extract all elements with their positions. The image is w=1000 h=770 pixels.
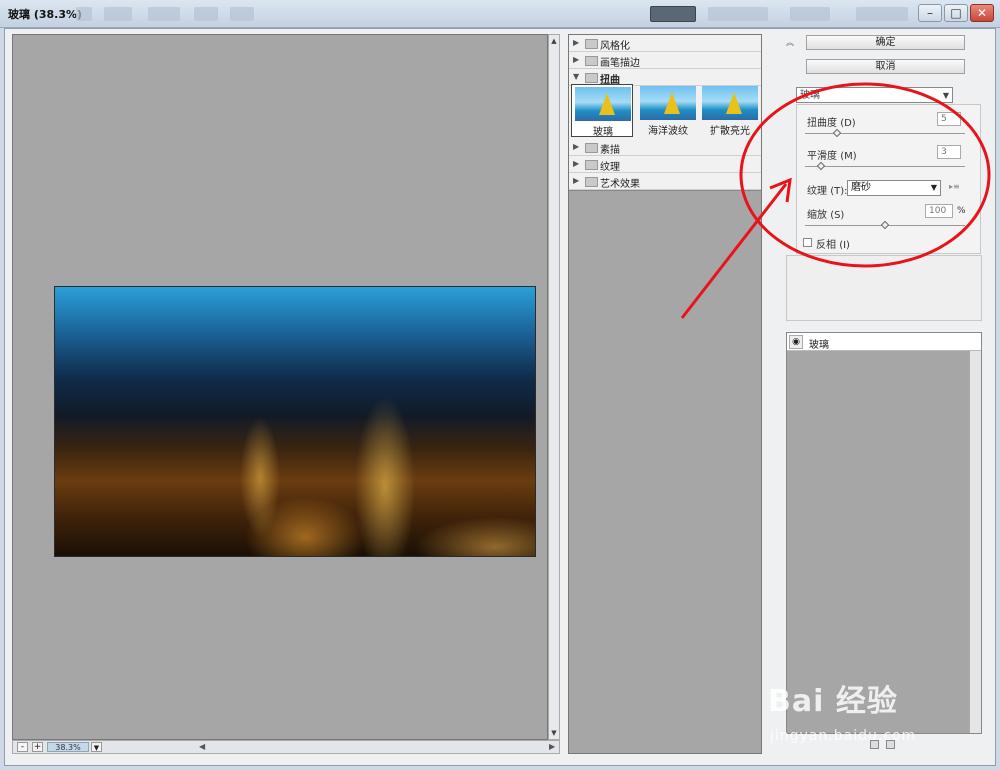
smoothness-slider[interactable] [805,166,965,167]
chevron-down-icon: ▼ [942,91,949,100]
invert-checkbox[interactable] [803,238,812,247]
maximize-icon[interactable]: □ [944,4,968,22]
settings-panel: ︽ 确定 取消 玻璃 ▼ 扭曲度 (D) 5 平滑度 (M) 3 纹理 (T): … [774,34,984,754]
folder-artistic[interactable]: ▶ 艺术效果 [569,173,761,190]
toolbar-icon[interactable] [194,7,218,21]
baidu-jingyan-watermark: Bai 经验 [768,684,898,719]
zoom-in-button[interactable]: + [32,742,43,752]
scaling-unit: % [957,206,966,216]
texture-label: 纹理 (T): [807,186,848,197]
smoothness-label: 平滑度 (M) [807,151,857,162]
effect-layer-row[interactable]: ◉ 玻璃 [787,333,981,351]
smoothness-field[interactable]: 3 [937,145,961,159]
thumbnail-image [702,86,758,120]
toolbar-icon[interactable] [230,7,254,21]
folder-texture[interactable]: ▶ 纹理 [569,156,761,173]
chevron-down-icon: ▼ [930,183,937,192]
scroll-up-icon[interactable]: ▲ [549,35,559,47]
filter-select[interactable]: 玻璃 ▼ [796,87,953,103]
cs-live-button[interactable] [856,7,908,21]
close-icon[interactable]: ✕ [970,4,994,22]
distortion-slider-handle[interactable] [832,128,842,138]
scaling-slider-handle[interactable] [880,220,890,230]
folder-brush-strokes[interactable]: ▶ 画笔描边 [569,52,761,69]
folder-stylize[interactable]: ▶ 风格化 [569,35,761,52]
folder-icon [585,39,598,49]
layers-scrollbar[interactable] [969,351,981,733]
collapse-icon: ▼ [573,72,580,81]
distortion-field[interactable]: 5 [937,112,961,126]
filter-category-list: ▶ 风格化 ▶ 画笔描边 ▼ 扭曲 玻璃 海洋波纹 扩散亮光 ▶ 素描 ▶ 纹理… [569,35,761,191]
eye-icon[interactable]: ◉ [789,335,803,349]
toolbar-icon[interactable] [104,7,132,21]
texture-menu-icon[interactable]: ▸≡ [949,182,960,191]
ok-button[interactable]: 确定 [806,35,965,50]
folder-icon [585,56,598,66]
scroll-down-icon[interactable]: ▼ [549,727,559,739]
preview-canvas[interactable] [12,34,548,740]
collapse-gallery-icon[interactable]: ︽ [786,37,796,47]
watermark-url: jingyan.baidu.com [770,728,917,744]
thumbnail-image [575,87,631,121]
effect-layer-label: 玻璃 [809,340,829,351]
thumb-diffuse-glow[interactable]: 扩散亮光 [699,84,761,137]
folder-icon [585,160,598,170]
thumb-glass[interactable]: 玻璃 [571,84,633,138]
thumb-ocean-ripple[interactable]: 海洋波纹 [637,84,699,137]
zoom-out-button[interactable]: - [17,742,28,752]
expand-icon: ▶ [573,176,580,185]
thumbnail-image [640,86,696,120]
distortion-slider[interactable] [805,133,965,134]
folder-icon [585,73,598,83]
scaling-label: 缩放 (S) [807,210,845,221]
toolbar-zoom-menu[interactable] [148,7,180,21]
distortion-label: 扭曲度 (D) [807,118,856,129]
zoom-dropdown-icon[interactable]: ▼ [91,742,102,752]
invert-label: 反相 (I) [816,240,850,251]
folder-icon [585,143,598,153]
filter-gallery: ▶ 风格化 ▶ 画笔描边 ▼ 扭曲 玻璃 海洋波纹 扩散亮光 ▶ 素描 ▶ 纹理… [568,34,762,754]
folder-icon [585,177,598,187]
texture-select[interactable]: 磨砂 ▼ [847,180,941,196]
scaling-field[interactable]: 100 [925,204,953,218]
smoothness-slider-handle[interactable] [816,161,826,171]
cancel-button[interactable]: 取消 [806,59,965,74]
filter-options: 扭曲度 (D) 5 平滑度 (M) 3 纹理 (T): 磨砂 ▼ ▸≡ 缩放 (S… [796,104,981,254]
toolbar-icon[interactable] [708,7,768,21]
toolbar-icon[interactable] [76,7,92,21]
scroll-right-icon[interactable]: ▶ [549,742,555,751]
toolbar-icon[interactable] [790,7,830,21]
options-empty-area [786,255,982,321]
window-title: 玻璃 (38.3%) [8,8,83,21]
effect-layers-list: ◉ 玻璃 [786,332,982,734]
preview-image [54,286,536,557]
scroll-left-icon[interactable]: ◀ [199,742,205,751]
expand-icon: ▶ [573,55,580,64]
title-bar: 玻璃 (38.3%) – □ ✕ [0,0,1000,28]
expand-icon: ▶ [573,159,580,168]
workspace-button[interactable] [650,6,696,22]
minimize-icon[interactable]: – [918,4,942,22]
folder-sketch[interactable]: ▶ 素描 [569,139,761,156]
preview-vertical-scrollbar[interactable]: ▲ ▼ [548,34,560,740]
zoom-level-field[interactable]: 38.3% [47,742,89,752]
expand-icon: ▶ [573,38,580,47]
expand-icon: ▶ [573,142,580,151]
preview-zoom-bar: - + 38.3% ▼ ◀ ▶ [12,740,560,754]
